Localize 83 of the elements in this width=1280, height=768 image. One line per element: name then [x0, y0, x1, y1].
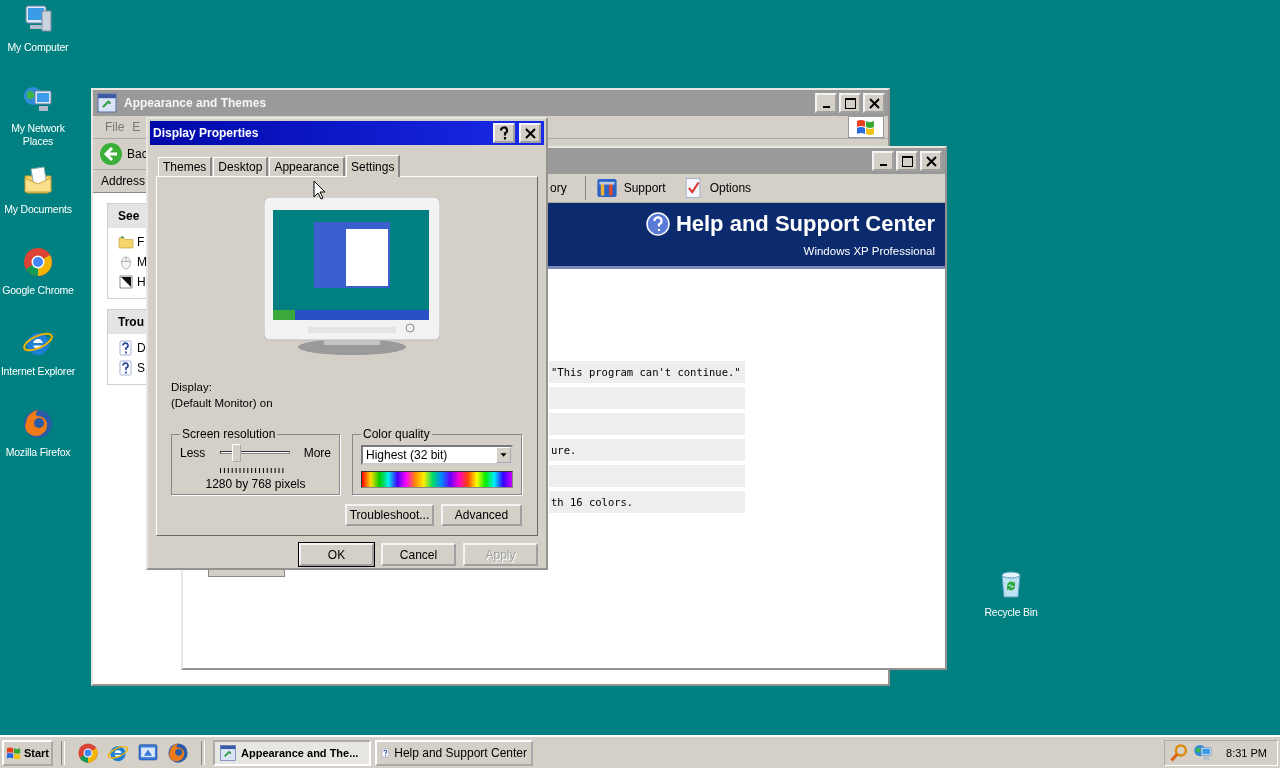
folder-document-icon	[22, 165, 54, 197]
minimize-button[interactable]	[872, 151, 894, 171]
maximize-icon	[844, 97, 856, 109]
toolbar-link[interactable]: ory	[550, 181, 567, 195]
window-icon	[219, 743, 237, 762]
maximize-button[interactable]	[896, 151, 918, 171]
tab[interactable]: Themes	[158, 157, 213, 176]
close-button[interactable]	[863, 93, 885, 113]
address-label: Address	[101, 174, 146, 188]
banner-subtitle: Windows XP Professional	[803, 245, 935, 257]
slider-thumb[interactable]	[232, 444, 241, 462]
mouse-icon	[118, 254, 134, 270]
help-icon	[118, 340, 134, 356]
maximize-button[interactable]	[839, 93, 861, 113]
firefox-icon	[22, 408, 54, 440]
tab[interactable]: Appearance	[269, 157, 346, 176]
cursor-icon	[313, 180, 326, 200]
tools-icon	[595, 177, 618, 199]
taskbar-button[interactable]: Help and Support Center	[375, 739, 533, 766]
help-icon	[118, 360, 134, 376]
back-button[interactable]: Bac	[99, 142, 148, 166]
toolbar-link[interactable]: Support	[623, 181, 666, 195]
banner-title: Help and Support Center	[675, 211, 935, 237]
panel-button[interactable]: Advanced	[441, 504, 522, 526]
slider-label: More	[303, 446, 331, 460]
help-icon	[645, 212, 670, 236]
panel-link[interactable]: D	[137, 341, 146, 355]
close-icon	[868, 97, 880, 109]
dialog-title: Display Properties	[153, 126, 259, 140]
chrome-icon	[22, 246, 54, 278]
windows-flag-icon	[6, 745, 22, 760]
maximize-icon	[901, 155, 913, 167]
desktop-icon-label[interactable]: My Computer	[7, 41, 69, 54]
desktop-icon-label[interactable]: My Network Places	[0, 122, 76, 148]
desktop-icon-label[interactable]: Mozilla Firefox	[5, 446, 71, 459]
slider-label: Less	[180, 446, 206, 460]
close-button[interactable]	[920, 151, 942, 171]
result-row[interactable]: th 16 colors.	[549, 491, 745, 513]
desktop-icon	[137, 741, 159, 764]
display-label: Display:	[171, 380, 213, 395]
panel-link[interactable]: F	[137, 235, 145, 249]
clock: 8:31 PM	[1226, 746, 1267, 759]
resolution-value: 1280 by 768 pixels	[204, 477, 307, 491]
computer-icon	[22, 3, 54, 35]
tick-marks	[220, 468, 284, 473]
search-icon	[1169, 742, 1189, 763]
close-icon	[524, 127, 536, 139]
panel-link[interactable]: H	[137, 275, 146, 289]
dialog-button[interactable]: Cancel	[381, 543, 456, 566]
toolbar-link[interactable]: Options	[709, 181, 752, 195]
desktop-icon-label[interactable]: Google Chrome	[2, 284, 74, 297]
desktop-icon-label[interactable]: Internet Explorer	[0, 365, 76, 378]
window-icon	[96, 92, 118, 114]
group-title: Color quality	[362, 427, 431, 441]
network-computer-icon	[1193, 742, 1213, 763]
panel-button[interactable]: Troubleshoot...	[345, 504, 434, 526]
question-mark-icon	[499, 126, 509, 140]
color-quality-dropdown[interactable]: Highest (32 bit)	[361, 445, 513, 465]
minimize-icon	[822, 105, 830, 108]
result-row[interactable]: ure.	[549, 439, 745, 461]
square-icon	[118, 274, 134, 290]
dialog-button[interactable]: OK	[299, 543, 374, 566]
chrome-icon	[77, 741, 99, 764]
display-value: (Default Monitor) on	[171, 396, 274, 411]
taskbar-button[interactable]: Appearance and The...	[213, 739, 371, 766]
start-button[interactable]: Start	[2, 739, 53, 766]
close-icon	[925, 155, 937, 167]
window-title: Appearance and Themes	[124, 96, 268, 110]
tab[interactable]: Desktop	[213, 157, 269, 176]
help-button[interactable]	[493, 123, 515, 143]
desktop-icon-label[interactable]: Recycle Bin	[984, 606, 1038, 619]
minimize-icon	[879, 163, 887, 166]
panel-link[interactable]: M	[137, 255, 147, 269]
firefox-icon	[167, 741, 189, 764]
result-row[interactable]: "This program can't continue."	[549, 361, 745, 383]
tab[interactable]: Settings	[346, 155, 401, 177]
group-title: Screen resolution	[181, 427, 277, 441]
resolution-slider[interactable]	[219, 443, 290, 463]
desktop-icon-label[interactable]: My Documents	[4, 203, 72, 216]
panel-link[interactable]: S	[137, 361, 145, 375]
folder-icon	[118, 234, 134, 250]
close-button[interactable]	[519, 123, 541, 143]
minimize-button[interactable]	[815, 93, 837, 113]
